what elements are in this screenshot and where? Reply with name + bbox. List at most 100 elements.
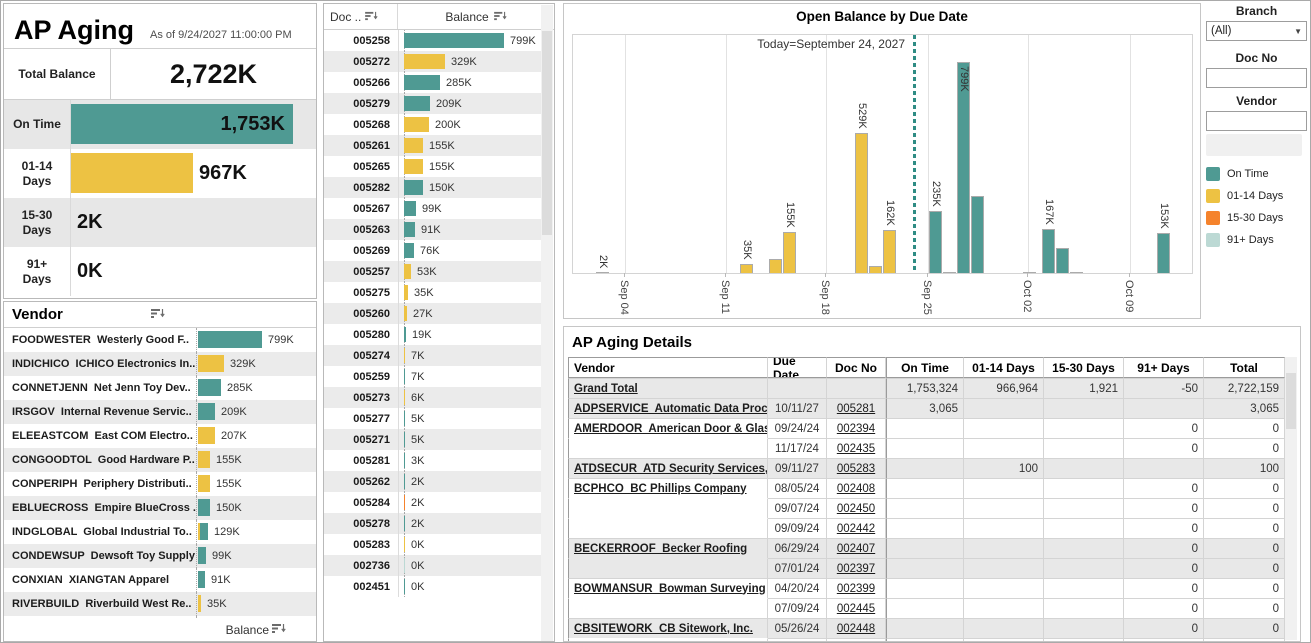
vendor-row[interactable]: IRSGOV Internal Revenue Servic..209K <box>4 400 316 424</box>
chart-bar[interactable] <box>943 272 956 273</box>
doc-row[interactable]: 0052715K <box>324 429 542 450</box>
details-header-cell[interactable]: 91+ Days <box>1124 357 1204 378</box>
details-row[interactable]: ADPSERVICE Automatic Data Proce..10/11/2… <box>568 398 1285 418</box>
doc-row[interactable]: 00527535K <box>324 282 542 303</box>
doc-row[interactable]: 0052830K <box>324 534 542 555</box>
doc-row[interactable]: 00525753K <box>324 261 542 282</box>
doc-bar[interactable] <box>404 348 405 363</box>
aging-bucket-row[interactable]: 91+ Days0K <box>4 247 316 296</box>
chart-bar[interactable] <box>1023 272 1036 273</box>
doc-row[interactable]: 005261155K <box>324 135 542 156</box>
vendor-row[interactable]: CONPERIPH Periphery Distributi..155K <box>4 472 316 496</box>
doc-bar[interactable] <box>404 579 405 594</box>
doc-bar[interactable] <box>404 411 405 426</box>
doc-bar[interactable] <box>404 222 415 237</box>
doc-bar[interactable] <box>404 285 408 300</box>
legend-item[interactable]: 91+ Days <box>1206 229 1310 251</box>
doc-bar[interactable] <box>404 138 423 153</box>
aging-bucket-row[interactable]: On Time1,753K <box>4 100 316 149</box>
sort-icon[interactable] <box>151 306 165 324</box>
aging-bucket-row[interactable]: 01-14 Days967K <box>4 149 316 198</box>
vendor-input[interactable] <box>1206 111 1307 131</box>
chart-bar[interactable] <box>1070 272 1083 273</box>
sort-icon[interactable] <box>365 10 378 24</box>
vendor-bar[interactable] <box>198 451 210 468</box>
details-header-cell[interactable]: 01-14 Days <box>964 357 1044 378</box>
details-row[interactable]: BCPHCO BC Phillips Company08/05/24002408… <box>568 478 1285 498</box>
doc-bar[interactable] <box>404 54 445 69</box>
details-row[interactable]: CBSITEWORK CB Sitework, Inc.05/26/240024… <box>568 618 1285 638</box>
doc-row[interactable]: 0027360K <box>324 555 542 576</box>
details-header-cell[interactable]: Due Date <box>768 357 827 378</box>
vendor-bar[interactable] <box>198 427 215 444</box>
doc-link[interactable]: 002448 <box>837 623 875 635</box>
doc-row[interactable]: 0052775K <box>324 408 542 429</box>
vendor-link[interactable]: BCPHCO BC Phillips Company <box>574 483 747 495</box>
doc-row[interactable]: 0052736K <box>324 387 542 408</box>
chart-bar[interactable] <box>783 232 796 273</box>
details-scrollbar-thumb[interactable] <box>1286 373 1296 429</box>
doc-no-input[interactable] <box>1206 68 1307 88</box>
vendor-row[interactable]: INDGLOBAL Global Industrial To..129K <box>4 520 316 544</box>
doc-row[interactable]: 0052597K <box>324 366 542 387</box>
doc-link[interactable]: 002445 <box>837 603 875 615</box>
doc-bar[interactable] <box>404 243 414 258</box>
legend-item[interactable]: 01-14 Days <box>1206 185 1310 207</box>
details-header-cell[interactable]: Total <box>1204 357 1285 378</box>
details-header-cell[interactable]: On Time <box>886 357 964 378</box>
doc-bar[interactable] <box>404 537 405 552</box>
vendor-link[interactable]: BOWMANSUR Bowman Surveying <box>574 583 766 595</box>
doc-link[interactable]: 002450 <box>837 503 875 515</box>
chart-bar[interactable] <box>740 264 753 273</box>
vendor-link[interactable]: CBSITEWORK CB Sitework, Inc. <box>574 623 753 635</box>
doc-row[interactable]: 005282150K <box>324 177 542 198</box>
doc-row[interactable]: 00526391K <box>324 219 542 240</box>
details-row[interactable]: 09/07/2400245000 <box>568 498 1285 518</box>
aging-bucket-row[interactable]: 15-30 Days2K <box>4 198 316 247</box>
legend-item[interactable]: 15-30 Days <box>1206 207 1310 229</box>
details-row[interactable]: 11/17/2400243500 <box>568 438 1285 458</box>
details-header-cell[interactable]: Vendor <box>568 357 768 378</box>
vendor-row[interactable]: CONGOODTOL Good Hardware P..155K <box>4 448 316 472</box>
doc-link[interactable]: 002397 <box>837 563 875 575</box>
details-row[interactable]: ATDSECUR ATD Security Services, I..09/11… <box>568 458 1285 478</box>
doc-bar[interactable] <box>404 474 405 489</box>
doc-bar[interactable] <box>404 96 430 111</box>
chart-bar[interactable] <box>957 62 970 273</box>
chart-bar[interactable] <box>869 266 882 273</box>
doc-bar[interactable] <box>404 516 405 531</box>
doc-link[interactable]: 005283 <box>837 463 875 475</box>
chart-bar[interactable] <box>769 259 782 273</box>
vendor-row[interactable]: CONDEWSUP Dewsoft Toy Supply99K <box>4 544 316 568</box>
doc-row[interactable]: 0052813K <box>324 450 542 471</box>
doc-bar[interactable] <box>404 75 440 90</box>
chart-bar[interactable] <box>929 211 942 273</box>
doc-row[interactable]: 005272329K <box>324 51 542 72</box>
vendor-row[interactable]: RIVERBUILD Riverbuild West Re..35K <box>4 592 316 616</box>
doc-row[interactable]: 00526976K <box>324 240 542 261</box>
doc-bar[interactable] <box>404 306 407 321</box>
vendor-bar[interactable] <box>198 403 215 420</box>
vendor-row[interactable]: FOODWESTER Westerly Good F..799K <box>4 328 316 352</box>
doc-bar[interactable] <box>404 117 429 132</box>
doc-link[interactable]: 002435 <box>837 443 875 455</box>
doc-row[interactable]: 0024510K <box>324 576 542 597</box>
chart-bar[interactable] <box>596 272 609 273</box>
doc-row[interactable]: 005258799K <box>324 30 542 51</box>
doc-row[interactable]: 00526799K <box>324 198 542 219</box>
doc-row[interactable]: 00528019K <box>324 324 542 345</box>
details-row[interactable]: BECKERROOF Becker Roofing06/29/240024070… <box>568 538 1285 558</box>
doc-link[interactable]: 002394 <box>837 423 875 435</box>
doc-row[interactable]: 0052782K <box>324 513 542 534</box>
vendor-link[interactable]: ATDSECUR ATD Security Services, I.. <box>574 463 768 475</box>
vendor-row[interactable]: EBLUECROSS Empire BlueCross ..150K <box>4 496 316 520</box>
vendor-bar[interactable] <box>198 571 205 588</box>
branch-dropdown[interactable]: (All) ▼ <box>1206 21 1307 41</box>
vendor-bar[interactable] <box>198 355 224 372</box>
vendor-row[interactable]: CONXIAN XIANGTAN Apparel91K <box>4 568 316 592</box>
vendor-bar[interactable] <box>198 475 210 492</box>
doc-bar[interactable] <box>404 327 406 342</box>
doc-bar[interactable] <box>404 33 504 48</box>
details-row[interactable]: 09/09/2400244200 <box>568 518 1285 538</box>
doc-bar[interactable] <box>404 390 405 405</box>
